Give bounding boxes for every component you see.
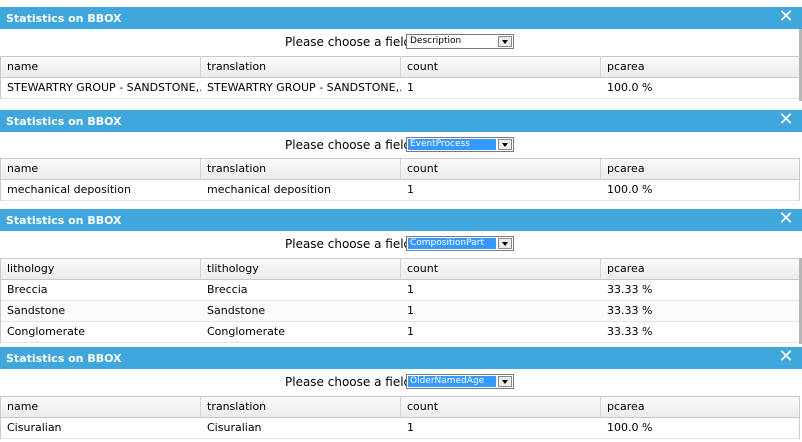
panel-titlebar: Statistics on BBOX ✕ (0, 347, 802, 369)
column-header[interactable]: pcarea (601, 159, 799, 179)
field-chooser-label: Please choose a field: (285, 375, 416, 389)
panel-title: Statistics on BBOX (6, 12, 122, 25)
table-header: name translation count pcarea (1, 56, 799, 78)
column-header[interactable]: pcarea (601, 57, 799, 77)
table-cell: 33.33 % (607, 283, 653, 296)
column-header[interactable]: count (401, 259, 601, 279)
column-header[interactable]: pcarea (601, 259, 799, 279)
close-icon[interactable]: ✕ (778, 8, 794, 26)
column-header[interactable]: tlithology (201, 259, 401, 279)
field-select-value: Description (410, 36, 462, 46)
table-cell: 1 (407, 325, 414, 338)
table-cell: 33.33 % (607, 304, 653, 317)
table-row[interactable]: Sandstone Sandstone 1 33.33 % (1, 301, 799, 322)
table-row[interactable]: Conglomerate Conglomerate 1 33.33 % (1, 322, 799, 343)
field-chooser: Please choose a field: CompositionPart (0, 233, 802, 255)
table-cell: mechanical deposition (7, 183, 131, 196)
column-header[interactable]: name (1, 397, 201, 417)
table-cell: 100.0 % (607, 81, 653, 94)
panel-titlebar: Statistics on BBOX ✕ (0, 209, 802, 231)
table-header: name translation count pcarea (1, 158, 799, 180)
chevron-down-icon[interactable] (498, 36, 512, 47)
chevron-down-icon[interactable] (498, 376, 512, 387)
panel-title: Statistics on BBOX (6, 214, 122, 227)
field-select-value: CompositionPart (408, 238, 496, 249)
table-cell: STEWARTRY GROUP - SANDSTONE,... (207, 81, 401, 94)
stats-table: lithology tlithology count pcarea Breccia Bre… (0, 258, 800, 343)
table-cell: Sandstone (207, 304, 266, 317)
table-row[interactable]: Cisuralian Cisuralian 1 100.0 % (1, 418, 799, 439)
panel-titlebar: Statistics on BBOX ✕ (0, 7, 802, 29)
field-chooser: Please choose a field: EventProcess (0, 134, 802, 156)
stats-table: name translation count pcarea Cisuralian Cisu… (0, 396, 800, 439)
panel-title: Statistics on BBOX (6, 115, 122, 128)
stats-table: name translation count pcarea STEWARTRY GROU… (0, 56, 800, 99)
panel-titlebar: Statistics on BBOX ✕ (0, 110, 802, 132)
field-chooser-label: Please choose a field: (285, 138, 416, 152)
table-row[interactable]: STEWARTRY GROUP - SANDSTONE,... STEWARTRY… (1, 78, 799, 99)
field-select[interactable]: Description (406, 34, 514, 49)
table-cell: 1 (407, 304, 414, 317)
table-cell: 33.33 % (607, 325, 653, 338)
table-cell: Cisuralian (207, 421, 262, 434)
table-cell: 100.0 % (607, 421, 653, 434)
column-header[interactable]: count (401, 159, 601, 179)
column-header[interactable]: name (1, 57, 201, 77)
table-header: name translation count pcarea (1, 396, 799, 418)
column-header[interactable]: count (401, 57, 601, 77)
column-header[interactable]: lithology (1, 259, 201, 279)
column-header[interactable]: name (1, 159, 201, 179)
field-chooser-label: Please choose a field: (285, 35, 416, 49)
column-header[interactable]: translation (201, 397, 401, 417)
field-chooser: Please choose a field: Description (0, 31, 802, 53)
stats-table: name translation count pcarea mechanical dep… (0, 158, 800, 201)
table-header: lithology tlithology count pcarea (1, 258, 799, 280)
column-header[interactable]: count (401, 397, 601, 417)
column-header[interactable]: pcarea (601, 397, 799, 417)
table-row[interactable]: Breccia Breccia 1 33.33 % (1, 280, 799, 301)
table-cell: 1 (407, 183, 414, 196)
table-cell: Conglomerate (7, 325, 85, 338)
field-select-value: EventProcess (408, 139, 496, 150)
field-chooser: Please choose a field: OlderNamedAge (0, 371, 802, 393)
column-header[interactable]: translation (201, 159, 401, 179)
table-cell: Conglomerate (207, 325, 285, 338)
table-cell: Sandstone (7, 304, 66, 317)
close-icon[interactable]: ✕ (778, 111, 794, 129)
panel-title: Statistics on BBOX (6, 352, 122, 365)
field-select[interactable]: OlderNamedAge (406, 374, 514, 389)
table-cell: mechanical deposition (207, 183, 331, 196)
chevron-down-icon[interactable] (498, 238, 512, 249)
table-cell: 1 (407, 81, 414, 94)
table-row[interactable]: mechanical deposition mechanical depositi… (1, 180, 799, 201)
field-chooser-label: Please choose a field: (285, 237, 416, 251)
field-select[interactable]: EventProcess (406, 137, 514, 152)
field-select-value: OlderNamedAge (408, 376, 496, 387)
table-cell: STEWARTRY GROUP - SANDSTONE,... (7, 81, 201, 94)
field-select[interactable]: CompositionPart (406, 236, 514, 251)
table-cell: 100.0 % (607, 183, 653, 196)
table-cell: Cisuralian (7, 421, 62, 434)
close-icon[interactable]: ✕ (778, 210, 794, 228)
chevron-down-icon[interactable] (498, 139, 512, 150)
table-cell: 1 (407, 421, 414, 434)
table-cell: 1 (407, 283, 414, 296)
table-cell: Breccia (207, 283, 248, 296)
table-cell: Breccia (7, 283, 48, 296)
close-icon[interactable]: ✕ (778, 348, 794, 366)
column-header[interactable]: translation (201, 57, 401, 77)
